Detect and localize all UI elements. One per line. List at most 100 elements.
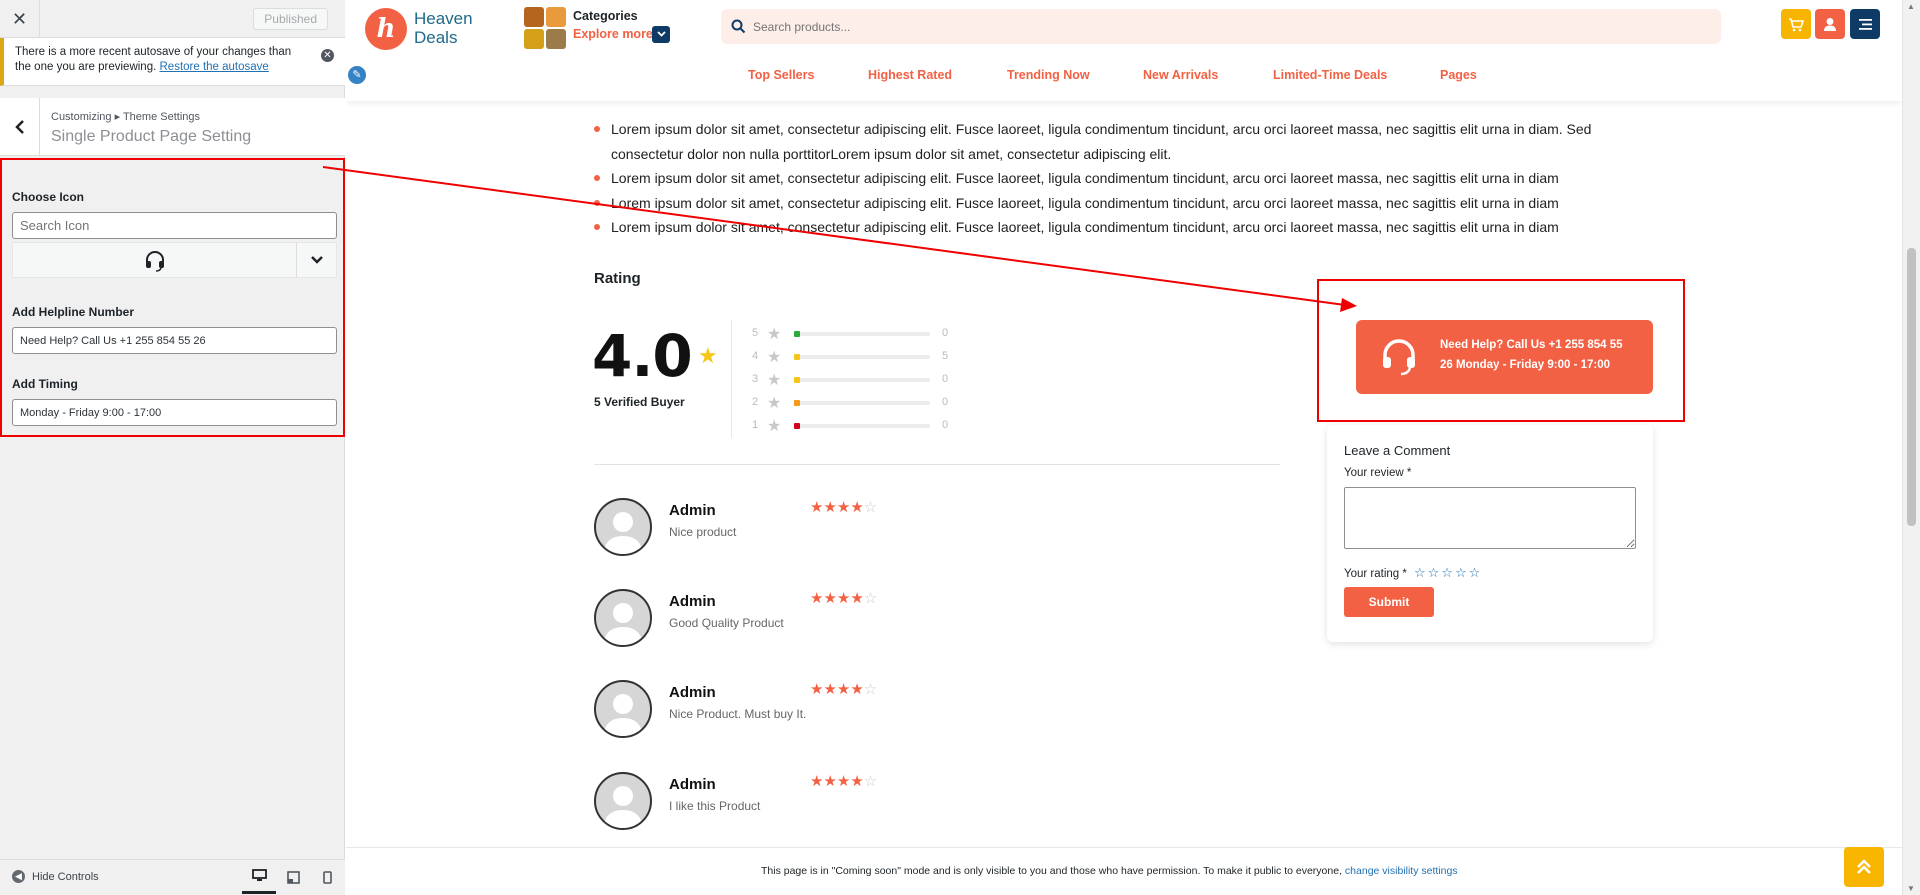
coming-soon-bar: This page is in "Coming soon" mode and i… [346, 847, 1902, 895]
headset-icon [146, 251, 164, 272]
star-level: 5 [752, 327, 759, 339]
desktop-preview-icon[interactable] [242, 860, 276, 894]
customizer-sidebar: ✕ Published There is a more recent autos… [0, 0, 345, 895]
star-icon: ★ [767, 326, 782, 343]
divider [594, 464, 1280, 465]
avatar [594, 498, 652, 556]
search-icon-input[interactable] [12, 212, 337, 239]
visibility-settings-link[interactable]: change visibility settings [1345, 865, 1458, 877]
star-count: 0 [942, 327, 949, 339]
comment-title: Leave a Comment [1344, 443, 1451, 458]
rating-stars-input[interactable]: ☆☆☆☆☆ [1414, 565, 1482, 581]
hide-controls-button[interactable]: ◀ Hide Controls [12, 870, 99, 883]
main-nav: Top Sellers Highest Rated Trending Now N… [346, 64, 1902, 88]
user-icon[interactable] [1815, 9, 1845, 39]
star-level: 1 [752, 419, 759, 431]
list-item: Lorem ipsum dolor sit amet, consectetur … [594, 117, 1594, 166]
review-author: Admin [669, 684, 716, 701]
star-level: 4 [752, 350, 759, 362]
review-textarea[interactable] [1344, 487, 1636, 549]
rating-distribution-row: 1 ★ 0 [752, 418, 982, 435]
published-button[interactable]: Published [253, 8, 328, 30]
description-list: Lorem ipsum dolor sit amet, consectetur … [594, 117, 1594, 240]
star-level: 2 [752, 396, 759, 408]
dismiss-notice-icon[interactable]: ✕ [321, 49, 334, 62]
choose-icon-label: Choose Icon [12, 190, 85, 204]
scroll-down-icon[interactable]: ▼ [1907, 884, 1915, 893]
product-search[interactable] [721, 9, 1721, 44]
rating-distribution-row: 4 ★ 5 [752, 349, 982, 366]
edit-shortcut-icon[interactable]: ✎ [346, 64, 368, 86]
rating-bar [794, 377, 930, 383]
back-icon[interactable] [0, 98, 40, 156]
logo-icon[interactable]: h [365, 8, 407, 50]
star-level: 3 [752, 373, 759, 385]
hide-controls-label: Hide Controls [32, 870, 99, 883]
explore-more-link[interactable]: Explore more [573, 27, 653, 41]
nav-new-arrivals[interactable]: New Arrivals [1143, 68, 1218, 82]
avatar [594, 680, 652, 738]
category-thumb [546, 29, 566, 49]
review-item: Admin Nice Product. Must buy It. ★★★★☆ [594, 680, 994, 740]
rating-distribution-row: 3 ★ 0 [752, 372, 982, 389]
nav-highest-rated[interactable]: Highest Rated [868, 68, 952, 82]
timing-field[interactable] [12, 399, 337, 426]
close-icon[interactable]: ✕ [0, 0, 40, 38]
cart-icon[interactable] [1781, 9, 1811, 39]
rating-bar [794, 331, 930, 337]
search-input[interactable] [753, 9, 1703, 44]
star-icon: ★ [767, 349, 782, 366]
categories-title[interactable]: Categories [573, 9, 638, 23]
scroll-up-icon[interactable]: ▲ [1907, 2, 1915, 11]
helpline-field[interactable] [12, 327, 337, 354]
category-thumb [524, 29, 544, 49]
rating-bar [794, 423, 930, 429]
review-item: Admin Nice product ★★★★☆ [594, 498, 994, 558]
customizer-footer: ◀ Hide Controls [0, 859, 345, 895]
logo-line1: Heaven [414, 9, 473, 28]
rating-bar-fill [794, 400, 800, 406]
rating-distribution-row: 5 ★ 0 [752, 326, 982, 343]
site-header: h Heaven Deals Categories Explore more S… [346, 0, 1902, 101]
helpline-card: Need Help? Call Us +1 255 854 55 26 Mond… [1356, 320, 1653, 394]
category-thumb [546, 7, 566, 27]
review-stars: ★★★★☆ [810, 590, 878, 607]
star-icon: ★ [767, 372, 782, 389]
scroll-thumb[interactable] [1907, 248, 1916, 526]
timing-label: Add Timing [12, 377, 78, 391]
review-stars: ★★★★☆ [810, 499, 878, 516]
rating-value: 4.0 [592, 322, 693, 390]
collapse-icon: ◀ [12, 870, 25, 883]
review-author: Admin [669, 776, 716, 793]
review-text: Good Quality Product [669, 616, 784, 630]
chevron-down-icon[interactable] [296, 243, 336, 277]
rating-bar-fill [794, 354, 800, 360]
submit-button[interactable]: Submit [1344, 587, 1434, 617]
list-item: Lorem ipsum dolor sit amet, consectetur … [594, 191, 1594, 216]
search-icon [731, 19, 746, 34]
menu-icon[interactable] [1850, 9, 1880, 39]
avatar [594, 772, 652, 830]
logo-text[interactable]: Heaven Deals [414, 9, 473, 47]
category-thumbnails[interactable] [524, 7, 566, 49]
nav-pages[interactable]: Pages [1440, 68, 1477, 82]
review-author: Admin [669, 502, 716, 519]
nav-top-sellers[interactable]: Top Sellers [748, 68, 814, 82]
tablet-preview-icon[interactable] [276, 860, 310, 894]
star-count: 5 [942, 350, 949, 362]
coming-soon-text: This page is in "Coming soon" mode and i… [761, 865, 1458, 877]
scroll-to-top-button[interactable] [1844, 847, 1884, 887]
double-chevron-up-icon [1857, 859, 1871, 874]
chevron-down-icon[interactable] [652, 26, 670, 43]
icon-picker[interactable] [12, 242, 337, 278]
mobile-preview-icon[interactable] [310, 860, 344, 894]
nav-trending-now[interactable]: Trending Now [1007, 68, 1090, 82]
scrollbar[interactable]: ▲ ▼ [1902, 0, 1920, 895]
nav-limited-time-deals[interactable]: Limited-Time Deals [1273, 68, 1387, 82]
review-author: Admin [669, 593, 716, 610]
review-stars: ★★★★☆ [810, 681, 878, 698]
comment-form: Leave a Comment Your review * Your ratin… [1327, 425, 1653, 642]
helpline-timing: 26 Monday - Friday 9:00 - 17:00 [1440, 359, 1611, 371]
customizer-top-bar: ✕ Published [0, 0, 345, 38]
restore-autosave-link[interactable]: Restore the autosave [160, 61, 269, 73]
